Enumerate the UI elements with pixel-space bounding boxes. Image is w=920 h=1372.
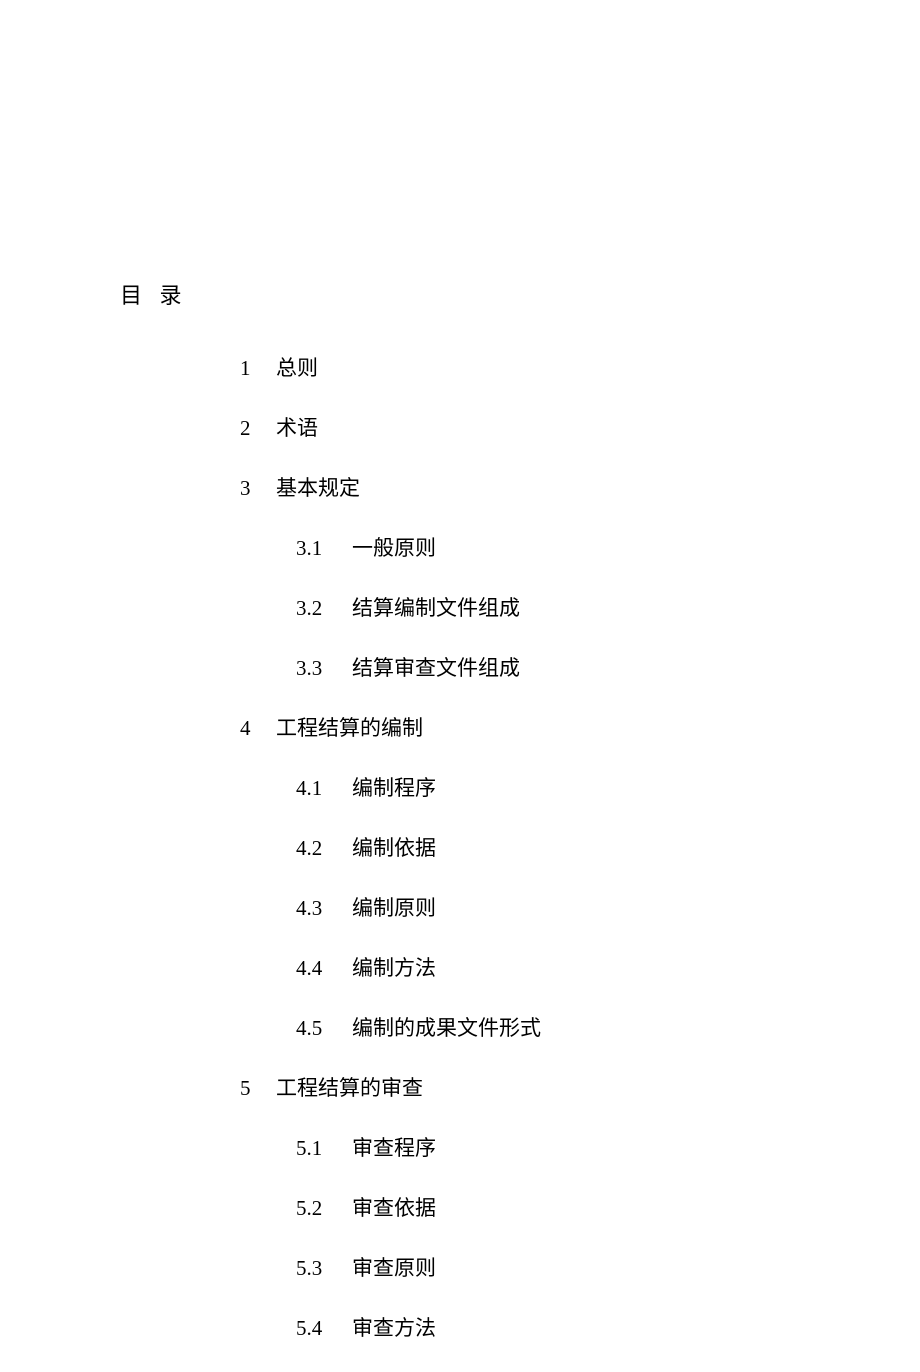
toc-item-number: 5.3 bbox=[296, 1256, 352, 1281]
toc-item-number: 5.2 bbox=[296, 1196, 352, 1221]
toc-item-title: 结算编制文件组成 bbox=[352, 592, 520, 622]
toc-item-title: 审查依据 bbox=[352, 1192, 436, 1222]
toc-heading: 目 录 bbox=[120, 278, 188, 310]
toc-item-title: 编制依据 bbox=[352, 832, 436, 862]
toc-item-number: 4.1 bbox=[296, 776, 352, 801]
toc-subitem: 5.4 审查方法 bbox=[296, 1312, 541, 1342]
toc-subitem: 5.2 审查依据 bbox=[296, 1192, 541, 1222]
toc-item-number: 4.5 bbox=[296, 1016, 352, 1041]
toc-item-title: 术语 bbox=[276, 412, 318, 442]
toc-item-title: 编制原则 bbox=[352, 892, 436, 922]
toc-item-title: 基本规定 bbox=[276, 472, 360, 502]
toc-subitem: 4.4 编制方法 bbox=[296, 952, 541, 982]
toc-item-title: 工程结算的编制 bbox=[276, 712, 423, 742]
toc-item-title: 编制方法 bbox=[352, 952, 436, 982]
toc-item-title: 一般原则 bbox=[352, 532, 436, 562]
toc-subitem: 3.2 结算编制文件组成 bbox=[296, 592, 541, 622]
toc-item-number: 3.1 bbox=[296, 536, 352, 561]
toc-item-title: 编制程序 bbox=[352, 772, 436, 802]
toc-subitem: 3.1 一般原则 bbox=[296, 532, 541, 562]
toc-item-number: 4.2 bbox=[296, 836, 352, 861]
toc-item-number: 5.1 bbox=[296, 1136, 352, 1161]
toc-item-title: 审查原则 bbox=[352, 1252, 436, 1282]
toc-item-title: 结算审查文件组成 bbox=[352, 652, 520, 682]
toc-subitem: 5.1 审查程序 bbox=[296, 1132, 541, 1162]
toc-item-title: 工程结算的审查 bbox=[276, 1072, 423, 1102]
toc-subitem: 4.1 编制程序 bbox=[296, 772, 541, 802]
toc-subitem: 5.3 审查原则 bbox=[296, 1252, 541, 1282]
toc-item-number: 2 bbox=[240, 416, 276, 441]
toc-item-number: 5 bbox=[240, 1076, 276, 1101]
toc-list: 1 总则 2 术语 3 基本规定 3.1 一般原则 3.2 结算编制文件组成 3… bbox=[240, 352, 541, 1372]
toc-item: 4 工程结算的编制 bbox=[240, 712, 541, 742]
toc-item-number: 3.2 bbox=[296, 596, 352, 621]
toc-item-number: 5.4 bbox=[296, 1316, 352, 1341]
toc-subitem: 3.3 结算审查文件组成 bbox=[296, 652, 541, 682]
toc-item-title: 审查程序 bbox=[352, 1132, 436, 1162]
toc-subitem: 4.2 编制依据 bbox=[296, 832, 541, 862]
toc-item-title: 总则 bbox=[276, 352, 318, 382]
toc-subitem: 4.3 编制原则 bbox=[296, 892, 541, 922]
toc-item-number: 3.3 bbox=[296, 656, 352, 681]
toc-item: 2 术语 bbox=[240, 412, 541, 442]
toc-item: 3 基本规定 bbox=[240, 472, 541, 502]
toc-item-title: 审查方法 bbox=[352, 1312, 436, 1342]
toc-item-title: 编制的成果文件形式 bbox=[352, 1012, 541, 1042]
toc-item: 1 总则 bbox=[240, 352, 541, 382]
toc-item: 5 工程结算的审查 bbox=[240, 1072, 541, 1102]
toc-item-number: 1 bbox=[240, 356, 276, 381]
toc-item-number: 4 bbox=[240, 716, 276, 741]
toc-item-number: 4.3 bbox=[296, 896, 352, 921]
toc-subitem: 4.5 编制的成果文件形式 bbox=[296, 1012, 541, 1042]
toc-item-number: 4.4 bbox=[296, 956, 352, 981]
toc-item-number: 3 bbox=[240, 476, 276, 501]
